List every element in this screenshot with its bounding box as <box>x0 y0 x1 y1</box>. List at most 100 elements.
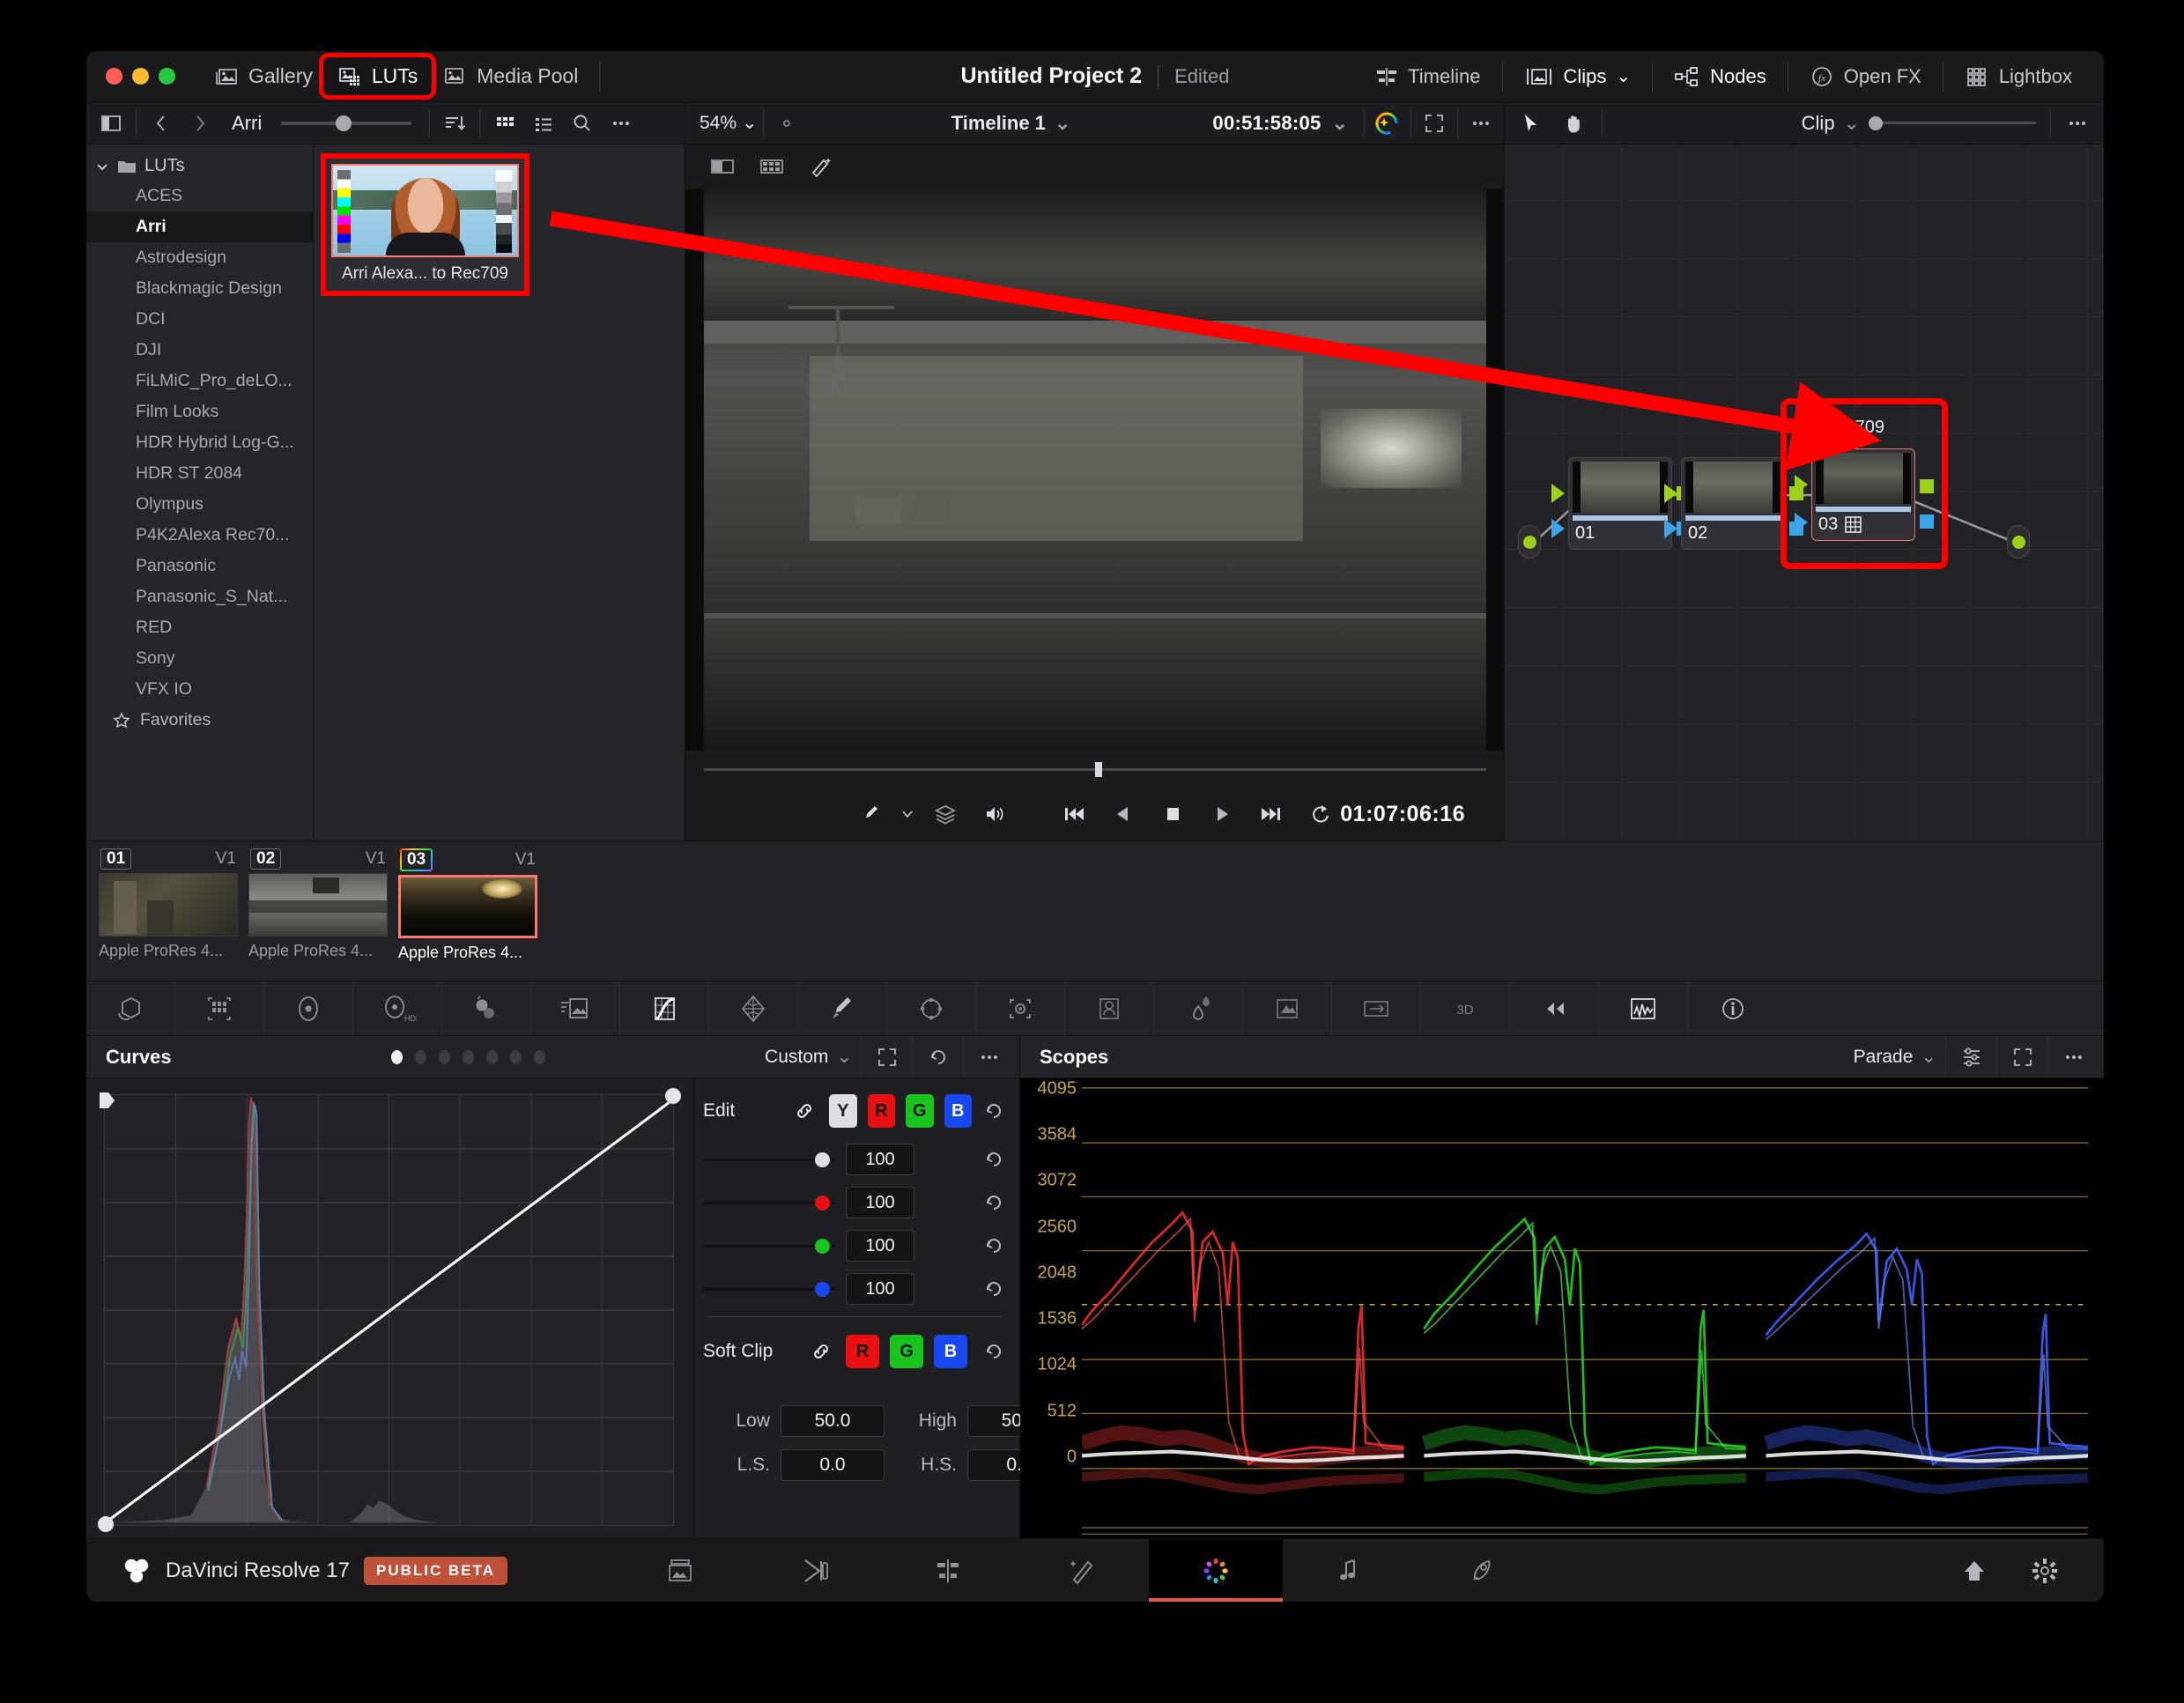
curve-graph[interactable] <box>104 1094 674 1526</box>
slider-value-g[interactable]: 100 <box>846 1230 914 1262</box>
clip-item[interactable]: 02 V1 Apple ProRes 4... <box>243 848 393 960</box>
edit-page-button[interactable] <box>881 1539 1015 1603</box>
qualifier-icon[interactable] <box>798 981 887 1036</box>
sidebar-item-lut-4[interactable]: DCI <box>86 304 313 335</box>
expand-icon[interactable] <box>1996 1037 2047 1077</box>
window-controls[interactable] <box>86 68 175 85</box>
key-icon[interactable] <box>1243 981 1332 1036</box>
node-output-connector[interactable] <box>2007 525 2030 559</box>
sidebar-item-lut-16[interactable]: VFX IO <box>86 674 313 705</box>
color-warper-icon[interactable] <box>709 981 798 1036</box>
arrow-cursor-icon[interactable] <box>1510 105 1552 142</box>
magic-mask-icon[interactable] <box>1065 981 1154 1036</box>
camera-raw-icon[interactable] <box>86 981 175 1036</box>
node-03-rgb-output[interactable] <box>1920 479 1934 493</box>
curve-page-dot-1[interactable] <box>415 1050 426 1064</box>
magic-mask-icon[interactable] <box>798 149 844 184</box>
curves-icon[interactable] <box>620 981 709 1036</box>
sidebar-item-lut-11[interactable]: P4K2Alexa Rec70... <box>86 520 313 551</box>
lut-card-arri-rec709[interactable]: Arri Alexa... to Rec709 <box>326 159 524 291</box>
slider-b[interactable] <box>703 1279 835 1299</box>
zoom-fit-button[interactable] <box>764 103 810 144</box>
sidebar-item-lut-0[interactable]: ACES <box>86 181 313 211</box>
viewer-scrubber-row[interactable] <box>685 751 1504 788</box>
list-view-button[interactable] <box>524 104 563 143</box>
tracker-icon[interactable] <box>976 981 1065 1036</box>
speaker-icon[interactable] <box>970 794 1019 834</box>
open-fx-button[interactable]: fx Open FX <box>1797 60 1934 93</box>
more-options-icon[interactable] <box>2056 105 2099 142</box>
chevron-down-icon[interactable]: ⌄ <box>1055 112 1070 135</box>
sidebar-item-lut-14[interactable]: RED <box>86 612 313 643</box>
curve-graph-wrapper[interactable] <box>86 1078 693 1538</box>
scopes-icon[interactable] <box>1599 981 1688 1036</box>
channel-y-button[interactable]: Y <box>829 1094 856 1128</box>
minimize-window-button[interactable] <box>132 68 149 85</box>
curve-page-dot-4[interactable] <box>486 1050 498 1064</box>
more-options-icon[interactable] <box>602 104 640 143</box>
gallery-button[interactable]: Gallery <box>202 59 325 93</box>
sidebar-item-lut-15[interactable]: Sony <box>86 643 313 674</box>
curve-page-dot-6[interactable] <box>534 1050 545 1064</box>
stills-icon[interactable] <box>1510 981 1599 1036</box>
curve-start-handle[interactable] <box>97 1090 118 1111</box>
chevron-down-icon[interactable]: ⌄ <box>742 112 763 134</box>
reset-icon[interactable] <box>982 1341 1005 1362</box>
node-01-rgb-input[interactable] <box>1551 484 1565 503</box>
sidebar-item-lut-1[interactable]: Arri <box>86 211 313 242</box>
slider-value-y[interactable]: 100 <box>846 1144 914 1175</box>
luts-button[interactable]: LUTs <box>325 59 430 93</box>
clips-toggle-button[interactable]: Clips ⌄ <box>1512 60 1644 93</box>
soft-clip-b-button[interactable]: B <box>934 1335 967 1368</box>
skip-back-button[interactable] <box>1049 794 1099 834</box>
magic-wand-icon[interactable] <box>1365 103 1410 144</box>
more-options-icon[interactable] <box>1458 103 1504 144</box>
node-01[interactable]: 01 <box>1568 457 1672 550</box>
curve-point-bottom-left[interactable] <box>98 1516 114 1532</box>
expand-icon[interactable] <box>861 1037 912 1077</box>
color-match-icon[interactable] <box>175 981 264 1036</box>
sidebar-toggle-button[interactable] <box>92 104 130 143</box>
blur-icon[interactable] <box>1154 981 1243 1036</box>
split-screen-icon[interactable] <box>700 149 745 184</box>
soft-clip-r-button[interactable]: R <box>846 1335 879 1368</box>
curve-page-dot-2[interactable] <box>439 1050 450 1064</box>
sizing-icon[interactable] <box>1332 981 1421 1036</box>
media-page-button[interactable] <box>613 1539 747 1603</box>
loop-button[interactable] <box>1296 794 1345 834</box>
media-pool-button[interactable]: Media Pool <box>430 59 590 93</box>
sidebar-item-lut-2[interactable]: Astrodesign <box>86 242 313 273</box>
link-icon[interactable] <box>794 1100 815 1122</box>
play-reverse-button[interactable] <box>1099 794 1148 834</box>
slider-r[interactable] <box>703 1193 835 1212</box>
sidebar-item-lut-12[interactable]: Panasonic <box>86 551 313 581</box>
sidebar-item-lut-8[interactable]: HDR Hybrid Log-G... <box>86 427 313 458</box>
reset-icon[interactable] <box>982 1100 1005 1122</box>
sidebar-item-lut-13[interactable]: Panasonic_S_Nat... <box>86 581 313 612</box>
clip-item-selected[interactable]: 03 V1 Apple ProRes 4... <box>393 848 543 962</box>
color-page-button[interactable] <box>1149 1539 1283 1603</box>
reset-icon[interactable] <box>982 1192 1005 1213</box>
color-wheels-icon[interactable] <box>264 981 353 1036</box>
node-02-rgb-input[interactable] <box>1664 484 1677 503</box>
link-icon[interactable] <box>811 1341 832 1362</box>
sidebar-item-lut-6[interactable]: FiLMiC_Pro_deLO... <box>86 366 313 396</box>
scope-settings-icon[interactable] <box>1945 1037 1996 1077</box>
hand-tool-icon[interactable] <box>1552 105 1595 142</box>
eyedropper-icon[interactable] <box>845 794 894 834</box>
clip-thumbnail[interactable] <box>398 875 537 938</box>
cut-page-button[interactable] <box>747 1539 881 1603</box>
sidebar-item-lut-9[interactable]: HDR ST 2084 <box>86 458 313 489</box>
close-window-button[interactable] <box>106 68 122 85</box>
fusion-page-button[interactable] <box>1015 1539 1149 1603</box>
curve-point-top-right[interactable] <box>665 1088 681 1104</box>
slider-y[interactable] <box>703 1150 835 1169</box>
node-02-key-input[interactable] <box>1664 519 1677 538</box>
node-03-key-input[interactable] <box>1795 513 1808 532</box>
maximize-window-button[interactable] <box>159 68 175 85</box>
play-button[interactable] <box>1197 794 1247 834</box>
motion-effects-icon[interactable] <box>531 981 620 1036</box>
reset-icon[interactable] <box>912 1037 963 1077</box>
slider-value-r[interactable]: 100 <box>846 1187 914 1218</box>
nav-back-button[interactable] <box>142 104 181 143</box>
